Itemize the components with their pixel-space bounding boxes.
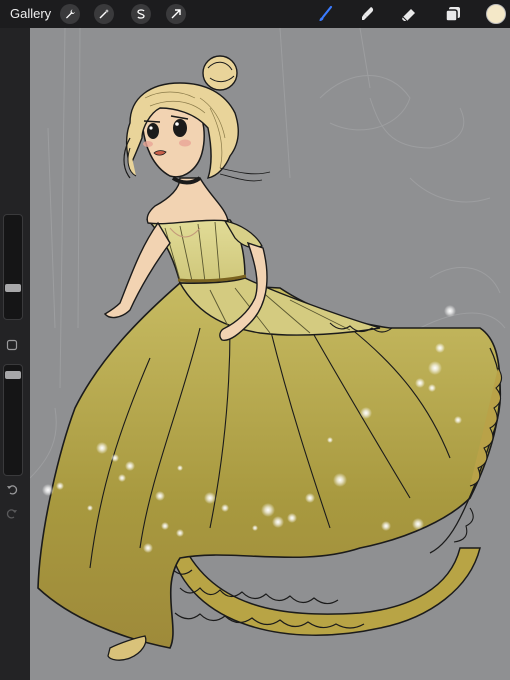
undo-icon[interactable] xyxy=(5,482,19,496)
sidebar xyxy=(0,28,30,680)
opacity-thumb[interactable] xyxy=(5,371,21,379)
redo-icon[interactable] xyxy=(5,506,19,520)
layers-icon[interactable] xyxy=(442,3,464,25)
drawing-canvas[interactable] xyxy=(30,28,510,680)
smudge-icon[interactable] xyxy=(357,3,379,25)
eye-right xyxy=(173,119,187,137)
adjustments-wand-icon[interactable] xyxy=(94,4,114,24)
brush-size-thumb[interactable] xyxy=(5,283,21,292)
hair-bun xyxy=(202,55,238,91)
gallery-button[interactable]: Gallery xyxy=(10,6,51,21)
brush-size-slider[interactable] xyxy=(3,214,23,320)
brush-icon[interactable] xyxy=(314,3,336,25)
eye-left xyxy=(147,123,159,139)
eraser-icon[interactable] xyxy=(398,3,420,25)
top-toolbar: Gallery xyxy=(0,0,510,28)
torso-skin xyxy=(146,177,229,225)
artwork xyxy=(30,28,506,661)
foot xyxy=(107,635,147,661)
actions-wrench-icon[interactable] xyxy=(60,4,80,24)
selection-s-icon[interactable] xyxy=(131,4,151,24)
opacity-slider[interactable] xyxy=(3,364,23,476)
modify-square-icon[interactable] xyxy=(5,338,19,352)
color-picker-swatch[interactable] xyxy=(486,4,506,24)
transform-arrow-icon[interactable] xyxy=(166,4,186,24)
